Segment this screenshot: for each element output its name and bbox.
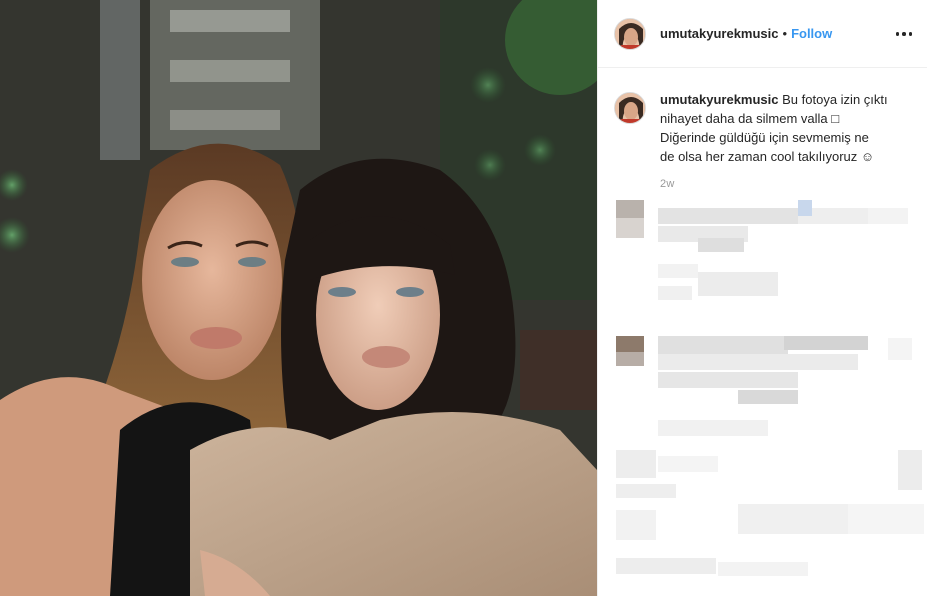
pixel-block: [658, 420, 768, 436]
pixel-block: [848, 504, 924, 534]
pixel-block: [616, 352, 644, 366]
pixel-block: [738, 504, 848, 534]
pixel-block: [616, 558, 716, 574]
pixelated-comments: [598, 188, 927, 596]
photo-image: [0, 0, 597, 596]
header-username[interactable]: umutakyurekmusic: [660, 26, 779, 41]
pixel-block: [738, 390, 798, 404]
pixel-block: [616, 450, 656, 478]
pixel-block: [658, 208, 798, 224]
pixel-block: [798, 200, 812, 216]
caption-line-4: de olsa her zaman cool takılıyoruz ☺: [660, 149, 875, 164]
post-caption: umutakyurekmusic Bu fotoya izin çıktı ni…: [614, 90, 914, 166]
caption-username[interactable]: umutakyurekmusic: [660, 92, 779, 107]
pixel-block: [616, 510, 656, 540]
more-options-icon[interactable]: [892, 22, 916, 46]
pixel-block: [868, 208, 908, 224]
pixel-block: [658, 286, 692, 300]
pixel-block: [658, 372, 798, 388]
pixel-block: [888, 338, 912, 360]
caption-line-3: Diğerinde güldüğü için sevmemiş ne: [660, 130, 869, 145]
pixel-block: [658, 264, 698, 278]
pixel-block: [616, 484, 676, 498]
pixel-block: [898, 450, 922, 490]
pixel-block: [616, 218, 644, 238]
post-photo[interactable]: [0, 0, 597, 596]
separator-dot: •: [782, 26, 788, 41]
caption-text: umutakyurekmusic Bu fotoya izin çıktı ni…: [660, 90, 900, 166]
follow-button[interactable]: Follow: [791, 26, 832, 41]
pixel-block: [698, 272, 778, 296]
post-header: umutakyurekmusic • Follow: [598, 0, 927, 68]
pixel-block: [784, 336, 868, 350]
caption-line-2: nihayet daha da silmem valla □: [660, 111, 840, 126]
pixel-block: [658, 354, 858, 370]
pixel-block: [698, 238, 744, 252]
pixel-block: [718, 562, 808, 576]
user-avatar[interactable]: [614, 17, 646, 50]
post-sidebar: umutakyurekmusic • Follow umutakyurekmus…: [597, 0, 927, 596]
pixel-block: [658, 336, 788, 354]
caption-avatar[interactable]: [614, 92, 646, 124]
caption-line-1: Bu fotoya izin çıktı: [782, 92, 888, 107]
pixel-block: [658, 456, 718, 472]
